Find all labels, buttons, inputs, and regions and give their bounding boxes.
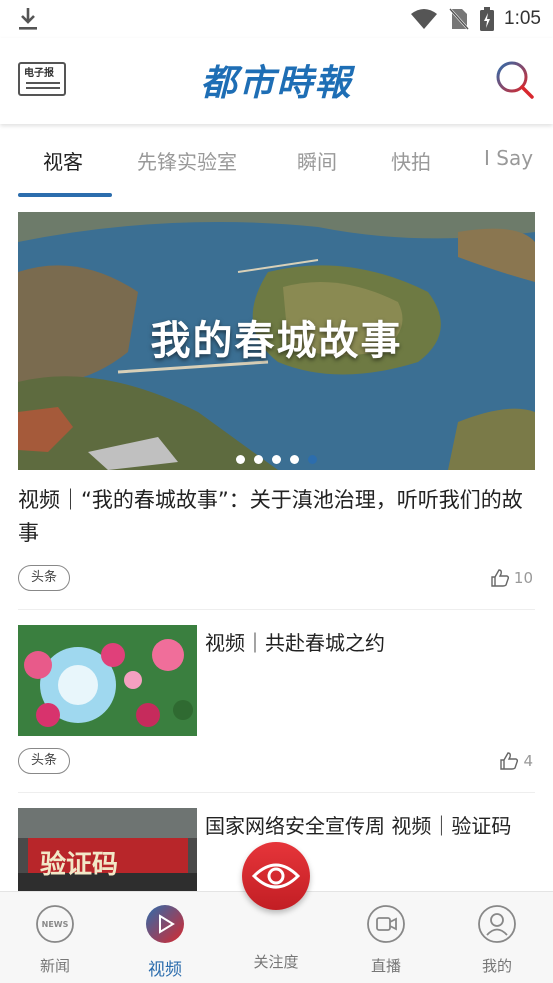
nav-mine[interactable]: 我的 xyxy=(457,904,537,976)
carousel-dot[interactable] xyxy=(236,455,245,464)
tag-badge: 头条 xyxy=(18,565,71,591)
nav-focus-button[interactable] xyxy=(242,842,310,910)
video-camera-icon xyxy=(367,905,405,943)
search-icon[interactable] xyxy=(495,60,535,100)
battery-charging-icon xyxy=(480,7,495,31)
wifi-icon xyxy=(411,9,438,29)
eye-icon xyxy=(251,863,301,889)
user-icon xyxy=(478,905,516,943)
news-icon-text: NEWS xyxy=(42,920,69,929)
tab-shike[interactable]: 视客 xyxy=(43,146,83,175)
like-count: 4 xyxy=(523,752,533,770)
play-icon xyxy=(146,905,184,943)
divider xyxy=(18,792,535,793)
tab-quick-shot[interactable]: 快拍 xyxy=(391,146,431,175)
news-icon: NEWS xyxy=(36,905,74,943)
feed-thumbnail[interactable] xyxy=(18,625,197,736)
thumbs-up-icon xyxy=(491,569,509,587)
carousel-dot[interactable] xyxy=(290,455,299,464)
app-header: 电子报 都市時報 xyxy=(0,38,553,124)
carousel-dot-active[interactable] xyxy=(308,455,317,464)
feed-item-title[interactable]: 视频｜共赴春城之约 xyxy=(205,627,535,659)
nav-news[interactable]: NEWS 新闻 xyxy=(15,904,95,976)
like-count: 10 xyxy=(513,569,533,587)
nav-live[interactable]: 直播 xyxy=(346,904,426,976)
carousel-dot[interactable] xyxy=(272,455,281,464)
nav-label: 视频 xyxy=(148,960,182,980)
feed-item-title[interactable]: 视频｜“我的春城故事”：关于滇池治理，听听我们的故事 xyxy=(18,484,535,550)
banner-carousel[interactable]: 我的春城故事 xyxy=(18,212,535,470)
carousel-dots xyxy=(18,455,535,464)
download-icon xyxy=(19,8,37,30)
flowers-image xyxy=(18,625,197,736)
tab-pioneer-lab[interactable]: 先锋实验室 xyxy=(137,146,237,175)
nav-label: 直播 xyxy=(370,957,401,975)
feed-thumbnail[interactable]: 验证码 xyxy=(18,808,197,891)
tab-moment[interactable]: 瞬间 xyxy=(297,146,337,175)
tag-badge: 头条 xyxy=(18,748,71,774)
divider xyxy=(18,609,535,610)
like-button[interactable]: 10 xyxy=(490,568,533,588)
like-button[interactable]: 4 xyxy=(499,751,533,771)
banner-overlay-text: 我的春城故事 xyxy=(150,317,403,364)
clock-time: 1:05 xyxy=(504,8,541,29)
feed-item-title[interactable]: 国家网络安全宣传周 视频｜验证码 xyxy=(205,810,535,842)
nav-video[interactable]: 视频 xyxy=(125,904,205,980)
carousel-dot[interactable] xyxy=(254,455,263,464)
channel-tabs: 视客 先锋实验室 瞬间 快拍 I Say xyxy=(0,124,553,198)
no-sim-icon xyxy=(449,8,469,30)
active-tab-indicator xyxy=(18,193,112,197)
app-logo: 都市時報 xyxy=(200,62,353,104)
nav-label: 新闻 xyxy=(39,957,70,975)
tab-i-say[interactable]: I Say xyxy=(484,146,533,170)
status-bar: 1:05 xyxy=(0,0,553,38)
thumbnail-banner-text: 验证码 xyxy=(40,850,119,880)
thumbs-up-icon xyxy=(500,752,519,770)
nav-label: 关注度 xyxy=(253,953,299,971)
nav-label: 我的 xyxy=(481,957,512,975)
